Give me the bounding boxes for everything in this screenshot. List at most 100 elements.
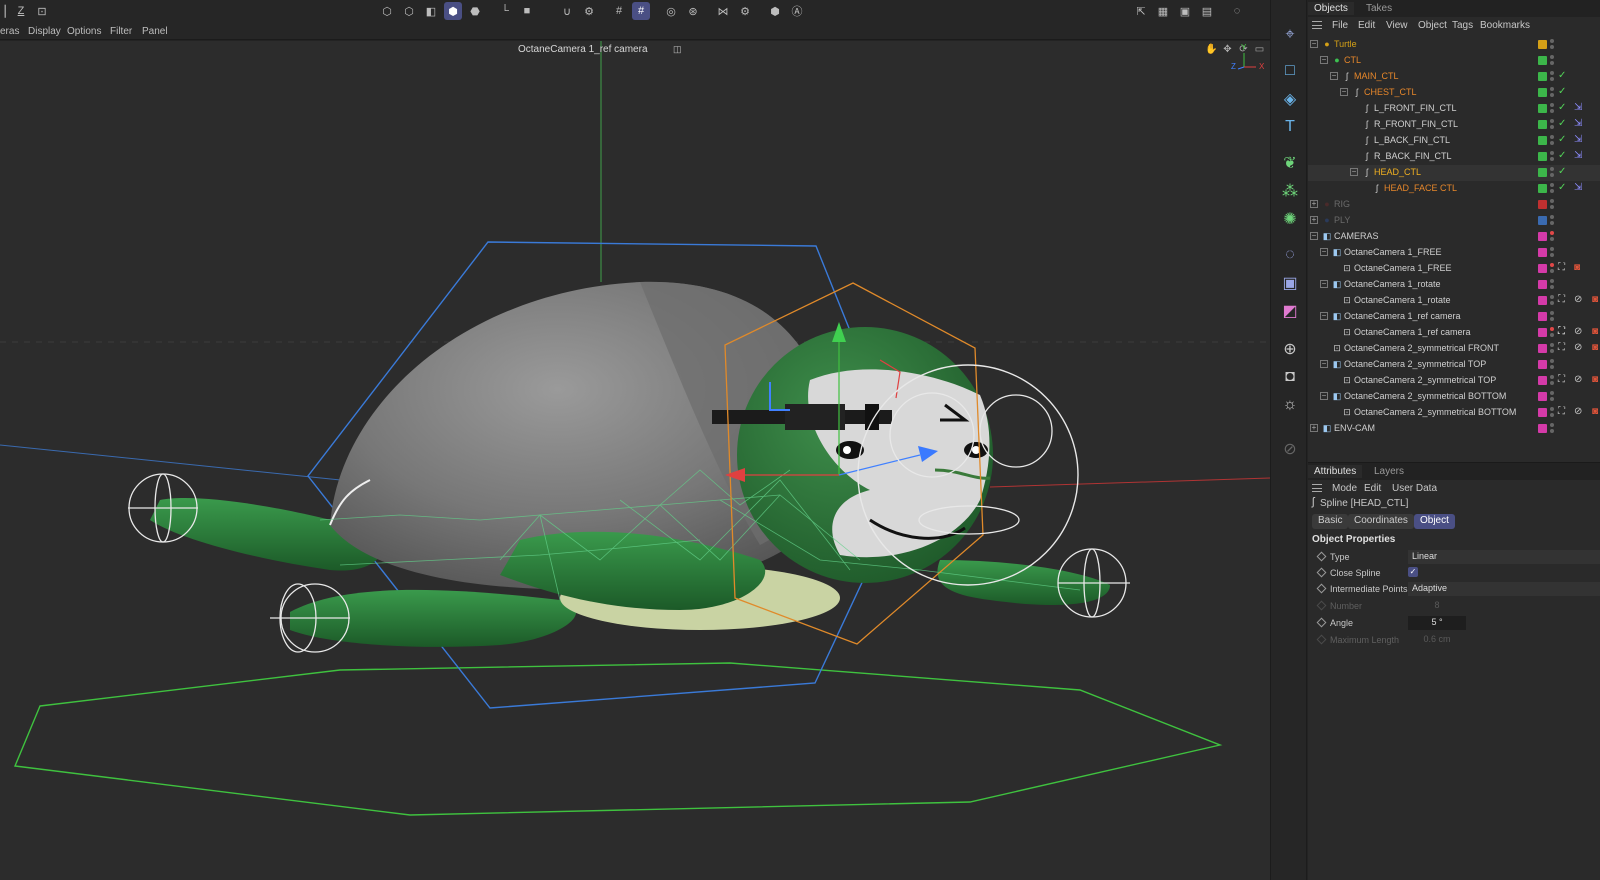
visibility-dots[interactable] (1550, 311, 1554, 322)
render-camera-tag-icon[interactable]: ◙ (1592, 406, 1598, 417)
tree-row[interactable]: ʃ R_FRONT_FIN_CTL ✓ ⇲ (1308, 117, 1600, 133)
collapse-icon[interactable]: − (1340, 88, 1348, 96)
layer-color-tag[interactable] (1538, 408, 1547, 417)
menu-cameras[interactable]: eras (0, 26, 19, 37)
workplane-snap-icon[interactable]: # (632, 2, 650, 20)
collapse-icon[interactable]: − (1320, 392, 1328, 400)
tree-row[interactable]: − ● CTL (1308, 53, 1600, 69)
visibility-dots[interactable] (1550, 119, 1554, 130)
texture-mode-icon[interactable]: ⬣ (466, 2, 484, 20)
render-camera-tag-icon[interactable]: ◙ (1592, 374, 1598, 385)
layer-color-tag[interactable] (1538, 56, 1547, 65)
layer-color-tag[interactable] (1538, 296, 1547, 305)
collapse-icon[interactable]: − (1320, 56, 1328, 64)
attr-menu-userdata[interactable]: User Data (1392, 483, 1437, 494)
visibility-dots[interactable] (1550, 39, 1554, 50)
layer-color-tag[interactable] (1538, 328, 1547, 337)
tree-row[interactable]: − ʃ CHEST_CTL ✓ (1308, 85, 1600, 101)
tree-row[interactable]: ⊡ OctaneCamera 1_rotate ⛶ ⊘ ◙ (1308, 293, 1600, 309)
layer-color-tag[interactable] (1538, 376, 1547, 385)
interactive-render-icon[interactable]: ◌ (1228, 2, 1246, 20)
basic-tab-button[interactable]: Basic (1312, 514, 1349, 529)
tree-row[interactable]: − ◧ OctaneCamera 2_symmetrical TOP (1308, 357, 1600, 373)
enabled-check-icon[interactable]: ✓ (1558, 118, 1566, 129)
layer-color-tag[interactable] (1538, 200, 1547, 209)
protection-tag-icon[interactable]: ⊘ (1574, 342, 1582, 353)
tree-row[interactable]: ⊡ OctaneCamera 2_symmetrical BOTTOM ⛶ ⊘ … (1308, 405, 1600, 421)
3d-viewport[interactable]: OctaneCamera 1_ref camera ◫ ✋ ✥ ⟳ ▭ Y Z … (0, 41, 1270, 880)
pan-icon[interactable]: ✋ (1205, 44, 1218, 57)
expand-icon[interactable]: + (1310, 200, 1318, 208)
target-tag-icon[interactable]: ⛶ (1558, 342, 1565, 353)
visibility-dots[interactable] (1550, 375, 1554, 386)
keyframe-diamond-icon[interactable] (1316, 617, 1327, 628)
tree-row[interactable]: − ◧ CAMERAS (1308, 229, 1600, 245)
layer-color-tag[interactable] (1538, 136, 1547, 145)
cube-icon[interactable]: ◈ (1279, 88, 1301, 110)
type-dropdown[interactable]: Linear (1408, 550, 1600, 564)
render-camera-tag-icon[interactable]: ◙ (1592, 326, 1598, 337)
intermediate-points-dropdown[interactable]: Adaptive (1408, 582, 1600, 596)
layer-color-tag[interactable] (1538, 120, 1547, 129)
keyframe-diamond-icon[interactable] (1316, 583, 1327, 594)
menu-display[interactable]: Display (28, 26, 61, 37)
tree-row[interactable]: ⊡ OctaneCamera 2_symmetrical TOP ⛶ ⊘ ◙ (1308, 373, 1600, 389)
visibility-dots[interactable] (1550, 71, 1554, 82)
expand-icon[interactable]: + (1310, 424, 1318, 432)
mograph-icon[interactable]: ❦ (1279, 152, 1301, 174)
effector-icon[interactable]: ✺ (1279, 208, 1301, 230)
layer-color-tag[interactable] (1538, 264, 1547, 273)
close-spline-checkbox[interactable]: ✓ (1408, 567, 1418, 577)
angle-field[interactable]: 5 ° (1408, 616, 1466, 630)
protection-tag-icon[interactable]: ⊘ (1574, 406, 1582, 417)
coordinates-tab-button[interactable]: Coordinates (1348, 514, 1414, 529)
tree-row[interactable]: − ʃ MAIN_CTL ✓ (1308, 69, 1600, 85)
om-menu-tags[interactable]: Tags (1452, 20, 1473, 31)
tree-row[interactable]: ʃ L_BACK_FIN_CTL ✓ ⇲ (1308, 133, 1600, 149)
layer-color-tag[interactable] (1538, 168, 1547, 177)
layer-color-tag[interactable] (1538, 392, 1547, 401)
object-tab-button[interactable]: Object (1414, 514, 1455, 529)
render-queue-icon[interactable]: ▣ (1176, 2, 1194, 20)
lock-workplane-icon[interactable]: ◎ (662, 2, 680, 20)
collapse-icon[interactable]: − (1310, 232, 1318, 240)
protection-tag-icon[interactable]: ⊘ (1574, 374, 1582, 385)
tree-row[interactable]: ʃ R_BACK_FIN_CTL ✓ ⇲ (1308, 149, 1600, 165)
menu-filter[interactable]: Filter (110, 26, 132, 37)
deformer-icon[interactable]: ◌ (1279, 244, 1301, 266)
visibility-dots[interactable] (1550, 103, 1554, 114)
axis-mode-icon[interactable]: └ (496, 2, 514, 20)
om-menu-bookmarks[interactable]: Bookmarks (1480, 20, 1530, 31)
enabled-check-icon[interactable]: ✓ (1558, 102, 1566, 113)
render-view-icon[interactable]: ⇱ (1132, 2, 1150, 20)
collapse-icon[interactable]: − (1320, 360, 1328, 368)
constraint-tag-icon[interactable]: ⇲ (1574, 118, 1582, 129)
grid-icon[interactable]: # (610, 2, 628, 20)
tab-layers[interactable]: Layers (1368, 465, 1410, 478)
text-icon[interactable]: T (1279, 116, 1301, 138)
tree-row[interactable]: + ● RIG (1308, 197, 1600, 213)
tree-row-selected[interactable]: − ʃ HEAD_CTL ✓ (1308, 165, 1600, 181)
collapse-icon[interactable]: − (1320, 248, 1328, 256)
target-tag-icon[interactable]: ⛶ (1558, 374, 1565, 385)
visibility-dots[interactable] (1550, 407, 1554, 418)
tree-row[interactable]: + ◧ ENV-CAM (1308, 421, 1600, 437)
visibility-dots[interactable] (1550, 423, 1554, 434)
render-camera-tag-icon[interactable]: ◙ (1592, 294, 1598, 305)
collapse-icon[interactable]: − (1320, 312, 1328, 320)
render-picture-viewer-icon[interactable]: ▦ (1154, 2, 1172, 20)
visibility-dots[interactable] (1550, 279, 1554, 290)
camera-icon[interactable]: ◘ (1279, 366, 1301, 388)
layer-color-tag[interactable] (1538, 88, 1547, 97)
tree-row[interactable]: ʃ HEAD_FACE CTL ✓ ⇲ (1308, 181, 1600, 197)
constraint-tag-icon[interactable]: ⇲ (1574, 150, 1582, 161)
field-icon[interactable]: ▣ (1279, 272, 1301, 294)
om-menu-edit[interactable]: Edit (1358, 20, 1375, 31)
collapse-icon[interactable]: − (1350, 168, 1358, 176)
constraint-tag-icon[interactable]: ⇲ (1574, 134, 1582, 145)
menu-options[interactable]: Options (67, 26, 101, 37)
collapse-icon[interactable]: − (1310, 40, 1318, 48)
enabled-check-icon[interactable]: ✓ (1558, 150, 1566, 161)
layer-color-tag[interactable] (1538, 424, 1547, 433)
visibility-dots[interactable] (1550, 215, 1554, 226)
